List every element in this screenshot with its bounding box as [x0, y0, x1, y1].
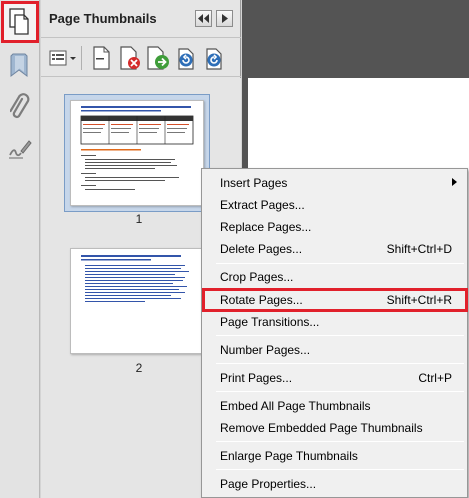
menu-item-extract-pages[interactable]: Extract Pages... [204, 194, 465, 216]
menu-separator [216, 469, 464, 470]
rotate-clockwise-button[interactable] [201, 45, 227, 71]
menu-item-label: Rotate Pages... [220, 293, 303, 307]
menu-item-page-transitions[interactable]: Page Transitions... [204, 311, 465, 333]
menu-separator [216, 263, 464, 264]
options-icon [49, 50, 76, 66]
menu-item-label: Enlarge Page Thumbnails [220, 449, 358, 463]
menu-item-embed-all-thumbnails[interactable]: Embed All Page Thumbnails [204, 395, 465, 417]
menu-item-rotate-pages[interactable]: Rotate Pages... Shift+Ctrl+R [204, 289, 465, 311]
menu-separator [216, 363, 464, 364]
page-thumbnails-icon [9, 8, 29, 35]
insert-pages-button[interactable] [89, 45, 115, 71]
page-thumbnail-preview [80, 106, 194, 190]
double-chevron-left-icon [198, 14, 209, 23]
page-thumbnail-1[interactable] [70, 100, 204, 206]
menu-item-label: Delete Pages... [220, 242, 303, 256]
rotate-left-icon [178, 48, 194, 70]
options-menu-button[interactable] [49, 45, 77, 71]
menu-item-label: Crop Pages... [220, 270, 294, 284]
menu-item-label: Replace Pages... [220, 220, 312, 234]
menu-item-delete-pages[interactable]: Delete Pages... Shift+Ctrl+D [204, 238, 465, 260]
panel-options-arrow-button[interactable] [216, 10, 233, 27]
submenu-arrow-icon [452, 178, 457, 186]
menu-item-shortcut: Shift+Ctrl+D [386, 242, 452, 256]
rotate-counterclockwise-button[interactable] [173, 45, 199, 71]
delete-pages-button[interactable] [117, 45, 143, 71]
menu-item-label: Print Pages... [220, 371, 293, 385]
menu-item-replace-pages[interactable]: Replace Pages... [204, 216, 465, 238]
attachments-button[interactable] [4, 90, 36, 124]
delete-page-icon [120, 46, 140, 70]
menu-item-shortcut: Shift+Ctrl+R [386, 293, 452, 307]
signatures-icon [9, 140, 32, 159]
menu-item-label: Page Properties... [220, 477, 317, 491]
menu-item-label: Page Transitions... [220, 315, 320, 329]
navigation-toolbar [0, 0, 40, 498]
menu-item-enlarge-thumbnails[interactable]: Enlarge Page Thumbnails [204, 445, 465, 467]
chevron-right-icon [221, 14, 228, 23]
menu-item-label: Insert Pages [220, 176, 288, 190]
rotate-right-icon [206, 48, 222, 70]
panel-title: Page Thumbnails [49, 11, 157, 26]
collapse-panel-button[interactable] [195, 10, 212, 27]
page-thumbnail-preview [81, 255, 189, 302]
page-number-label: 1 [135, 212, 143, 226]
menu-separator [216, 441, 464, 442]
menu-separator [216, 391, 464, 392]
page-thumbnails-button[interactable] [1, 1, 39, 43]
attachments-icon [10, 93, 30, 118]
extract-pages-button[interactable] [145, 45, 171, 71]
menu-separator [216, 335, 464, 336]
page-thumbnails-context-menu: Insert Pages Extract Pages... Replace Pa… [201, 168, 468, 498]
bookmarks-icon [10, 53, 28, 77]
menu-item-insert-pages[interactable]: Insert Pages [204, 172, 465, 194]
page-number-label: 2 [135, 361, 143, 375]
panel-header: Page Thumbnails [41, 0, 241, 38]
menu-item-label: Extract Pages... [220, 198, 305, 212]
menu-item-number-pages[interactable]: Number Pages... [204, 339, 465, 361]
menu-item-print-pages[interactable]: Print Pages... Ctrl+P [204, 367, 465, 389]
extract-page-icon [147, 46, 169, 70]
menu-item-page-properties[interactable]: Page Properties... [204, 473, 465, 495]
page-thumbnail-2[interactable] [70, 248, 204, 354]
menu-item-label: Remove Embedded Page Thumbnails [220, 421, 423, 435]
menu-item-crop-pages[interactable]: Crop Pages... [204, 266, 465, 288]
menu-item-shortcut: Ctrl+P [418, 371, 452, 385]
bookmarks-button[interactable] [4, 48, 36, 82]
menu-item-label: Number Pages... [220, 343, 311, 357]
insert-page-icon [93, 46, 110, 70]
toolbar-divider [81, 46, 82, 70]
menu-item-remove-embedded-thumbnails[interactable]: Remove Embedded Page Thumbnails [204, 417, 465, 439]
panel-toolbar [41, 39, 241, 77]
signatures-button[interactable] [4, 132, 36, 166]
menu-item-label: Embed All Page Thumbnails [220, 399, 371, 413]
